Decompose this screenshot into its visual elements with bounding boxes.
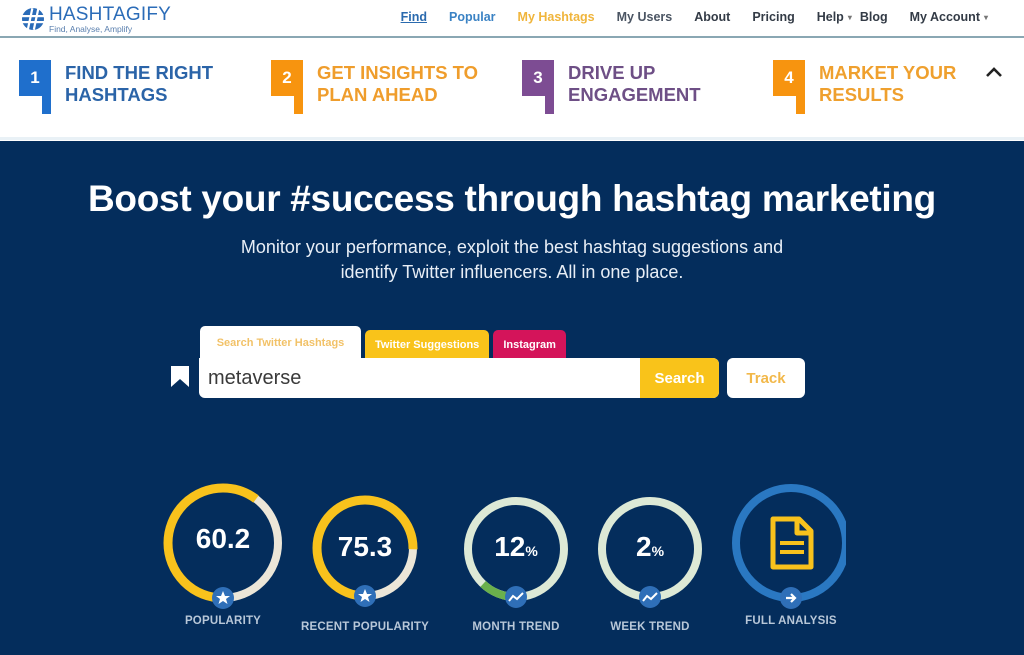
trend-icon [505, 586, 527, 608]
gauge-label: FULL ANALYSIS [745, 615, 837, 627]
nav-my-account[interactable]: My Account ▾ [910, 10, 988, 24]
arrow-right-icon [780, 587, 802, 609]
search-bar: Search [199, 358, 719, 398]
gauge-number: 2 [635, 531, 652, 562]
step-title: MARKET YOUR RESULTS [819, 62, 956, 106]
gauge-unit: % [525, 543, 538, 559]
step-number-badge: 2 [271, 60, 303, 114]
gauge-label: POPULARITY [184, 615, 262, 627]
step-number-badge: 4 [773, 60, 805, 114]
nav-help[interactable]: Help ▾ [817, 10, 852, 24]
search-button[interactable]: Search [640, 358, 719, 398]
gauge-value: 2% [575, 531, 725, 563]
nav-help-label: Help [816, 10, 844, 24]
hero-title: Boost your #success through hashtag mark… [88, 178, 936, 219]
nav-about[interactable]: About [694, 10, 730, 24]
track-button[interactable]: Track [727, 358, 805, 398]
chevron-up-icon [986, 67, 1002, 77]
nav-pricing[interactable]: Pricing [752, 10, 794, 24]
hero-section: Boost your #success through hashtag mark… [0, 141, 1024, 655]
logo[interactable]: HASHTAGIFY Find, Analyse, Amplify [20, 3, 171, 35]
step-title: FIND THE RIGHT HASHTAGS [65, 62, 213, 106]
step-get-insights[interactable]: 2 GET INSIGHTS TO PLAN AHEAD [271, 60, 478, 114]
brand-tagline: Find, Analyse, Amplify [49, 23, 133, 34]
step-title-line2: PLAN AHEAD [317, 84, 438, 105]
gauge-label: RECENT POPULARITY [301, 621, 429, 633]
hashtag-globe-icon [22, 8, 44, 31]
nav-my-account-label: My Account [909, 10, 980, 24]
step-title-line1: GET INSIGHTS TO [317, 62, 479, 83]
star-icon [212, 587, 234, 609]
gauge-full-analysis[interactable]: FULL ANALYSIS [706, 481, 856, 627]
search-input[interactable] [199, 358, 640, 398]
chevron-down-icon: ▾ [847, 12, 852, 22]
step-find-hashtags[interactable]: 1 FIND THE RIGHT HASHTAGS [19, 60, 213, 114]
step-title-line1: DRIVE UP [568, 62, 656, 83]
step-title-line2: ENGAGEMENT [568, 84, 701, 105]
gauge-week-trend[interactable]: 2% WEEK TREND [565, 493, 715, 633]
gauge-ring [732, 484, 846, 609]
step-drive-engagement[interactable]: 3 DRIVE UP ENGAGEMENT [522, 60, 701, 114]
step-title-line2: HASHTAGS [65, 84, 168, 105]
step-title-line2: RESULTS [819, 84, 904, 105]
gauge-label: MONTH TREND [472, 621, 560, 633]
hero-subtitle-line2: identify Twitter influencers. All in one… [340, 262, 684, 282]
search-tabs: Search Twitter Hashtags Twitter Suggesti… [200, 326, 570, 360]
step-title: GET INSIGHTS TO PLAN AHEAD [317, 62, 478, 106]
step-title-line1: FIND THE RIGHT [65, 62, 213, 83]
document-icon [770, 516, 814, 570]
top-navigation-bar: HASHTAGIFY Find, Analyse, Amplify Find P… [0, 0, 1024, 38]
step-number-badge: 1 [19, 60, 51, 114]
step-number-badge: 3 [522, 60, 554, 114]
bookmark-icon[interactable] [170, 366, 190, 388]
chevron-down-icon: ▾ [983, 12, 988, 22]
gauge-month-trend[interactable]: 12% MONTH TREND [431, 493, 581, 633]
steps-strip: 1 FIND THE RIGHT HASHTAGS 2 GET INSIGHTS… [0, 40, 1024, 140]
gauge-number: 12 [494, 531, 526, 562]
gauge-value: 75.3 [337, 531, 393, 562]
step-market-results[interactable]: 4 MARKET YOUR RESULTS [773, 60, 956, 114]
hero-subtitle-line1: Monitor your performance, exploit the be… [240, 237, 784, 257]
brand-name: HASHTAGIFY [49, 3, 171, 25]
hero-subtitle: Monitor your performance, exploit the be… [0, 235, 1024, 285]
gauge-value: 60.2 [195, 523, 251, 554]
trend-icon [639, 586, 661, 608]
gauge-popularity[interactable]: 60.2 POPULARITY [148, 481, 298, 627]
gauge-label: WEEK TREND [610, 621, 690, 633]
gauge-recent-popularity[interactable]: 75.3 RECENT POPULARITY [290, 493, 440, 633]
tab-search-twitter-hashtags[interactable]: Search Twitter Hashtags [200, 326, 361, 360]
step-title: DRIVE UP ENGAGEMENT [568, 62, 701, 106]
nav-blog[interactable]: Blog [860, 10, 888, 24]
nav-my-hashtags[interactable]: My Hashtags [518, 10, 595, 24]
nav-find[interactable]: Find [401, 10, 427, 24]
tab-twitter-suggestions[interactable]: Twitter Suggestions [365, 330, 490, 360]
step-title-line1: MARKET YOUR [819, 62, 957, 83]
star-icon [354, 585, 376, 607]
collapse-steps-button[interactable] [982, 60, 1006, 84]
tab-instagram[interactable]: Instagram [493, 330, 566, 360]
gauge-unit: % [651, 543, 665, 559]
nav-my-users[interactable]: My Users [617, 10, 673, 24]
main-nav: Find Popular My Hashtags My Users About … [379, 0, 988, 34]
nav-popular[interactable]: Popular [449, 10, 496, 24]
